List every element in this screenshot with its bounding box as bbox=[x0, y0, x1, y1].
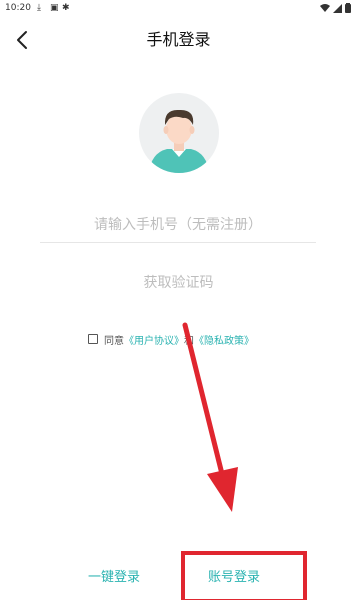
user-agreement-link[interactable]: 《用户协议》 bbox=[124, 332, 184, 347]
one-key-login-button[interactable]: 一键登录 bbox=[88, 569, 140, 587]
signal-icon bbox=[333, 3, 342, 13]
download-icon: ⤓ bbox=[37, 3, 41, 13]
get-code-button[interactable]: 获取验证码 bbox=[0, 273, 357, 293]
wifi-icon bbox=[320, 3, 330, 12]
status-right-icons bbox=[320, 3, 351, 13]
agreement-row: 同意 《用户协议》 和 《隐私政策》 bbox=[88, 331, 254, 347]
annotation-highlight-box bbox=[181, 551, 307, 600]
notification-a-icon: ▣ bbox=[50, 3, 59, 13]
agreement-checkbox[interactable] bbox=[88, 334, 98, 344]
bug-icon: ✱ bbox=[62, 3, 70, 13]
status-bar: 10:20 ⤓ ▣ ✱ bbox=[0, 0, 357, 16]
page-title: 手机登录 bbox=[146, 30, 211, 49]
battery-icon bbox=[345, 3, 351, 13]
phone-number-input[interactable] bbox=[40, 208, 316, 243]
agree-prefix: 同意 bbox=[104, 335, 124, 347]
login-page: 10:20 ⤓ ▣ ✱ 手机登录 获取验证码 bbox=[0, 0, 357, 600]
user-avatar-icon bbox=[139, 93, 219, 173]
agree-and: 和 bbox=[184, 335, 194, 347]
annotation-arrow-icon bbox=[182, 322, 238, 512]
status-time: 10:20 bbox=[5, 3, 31, 13]
privacy-policy-link[interactable]: 《隐私政策》 bbox=[194, 332, 254, 347]
